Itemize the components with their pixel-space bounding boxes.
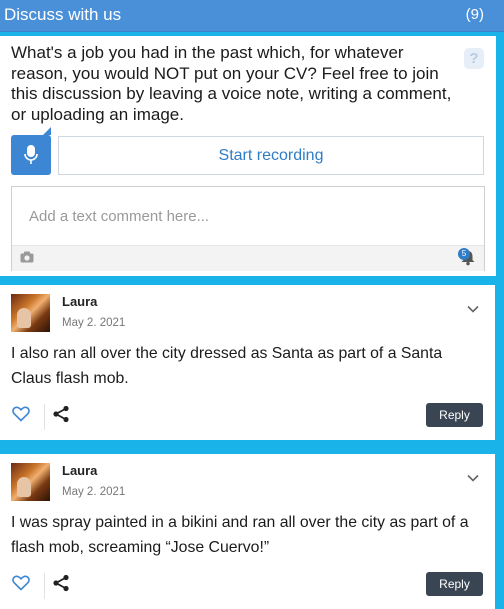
comment-card: Laura May 2. 2021 I also ran all over th… [0,285,495,440]
discussion-title: Discuss with us [4,5,122,24]
comment-toolbar: 5 [12,245,484,271]
avatar[interactable] [11,294,50,332]
discussion-header: Discuss with us (9) [0,0,504,32]
avatar[interactable] [11,463,50,501]
discussion-prompt: What's a job you had in the past which, … [11,43,452,124]
comment-text: I was spray painted in a bikini and ran … [11,514,469,556]
comment-author[interactable]: Laura [62,463,97,478]
heart-icon[interactable] [12,575,30,591]
comment-input[interactable] [12,187,484,245]
comment-count: (9) [465,6,484,23]
comment-date: May 2. 2021 [62,486,126,498]
comment-author[interactable]: Laura [62,294,97,309]
chevron-down-icon[interactable] [467,474,479,482]
comment-text: I also ran all over the city dressed as … [11,345,443,387]
share-icon[interactable] [52,574,70,592]
microphone-button[interactable] [11,127,51,175]
compose-panel: What's a job you had in the past which, … [0,36,496,276]
notification-bell[interactable]: 5 [458,248,476,271]
action-divider [44,404,45,430]
microphone-icon [24,145,38,164]
reply-button[interactable]: Reply [426,403,483,427]
chevron-down-icon[interactable] [467,305,479,313]
notification-badge: 5 [458,248,470,260]
start-recording-button[interactable]: Start recording [58,136,484,175]
heart-icon[interactable] [12,406,30,422]
question-icon[interactable]: ? [464,48,484,69]
comment-box: 5 [11,186,485,271]
camera-icon[interactable] [20,251,34,263]
share-icon[interactable] [52,405,70,423]
comment-card: Laura May 2. 2021 I was spray painted in… [0,454,495,609]
comment-date: May 2. 2021 [62,317,126,329]
reply-button[interactable]: Reply [426,572,483,596]
action-divider [44,573,45,599]
